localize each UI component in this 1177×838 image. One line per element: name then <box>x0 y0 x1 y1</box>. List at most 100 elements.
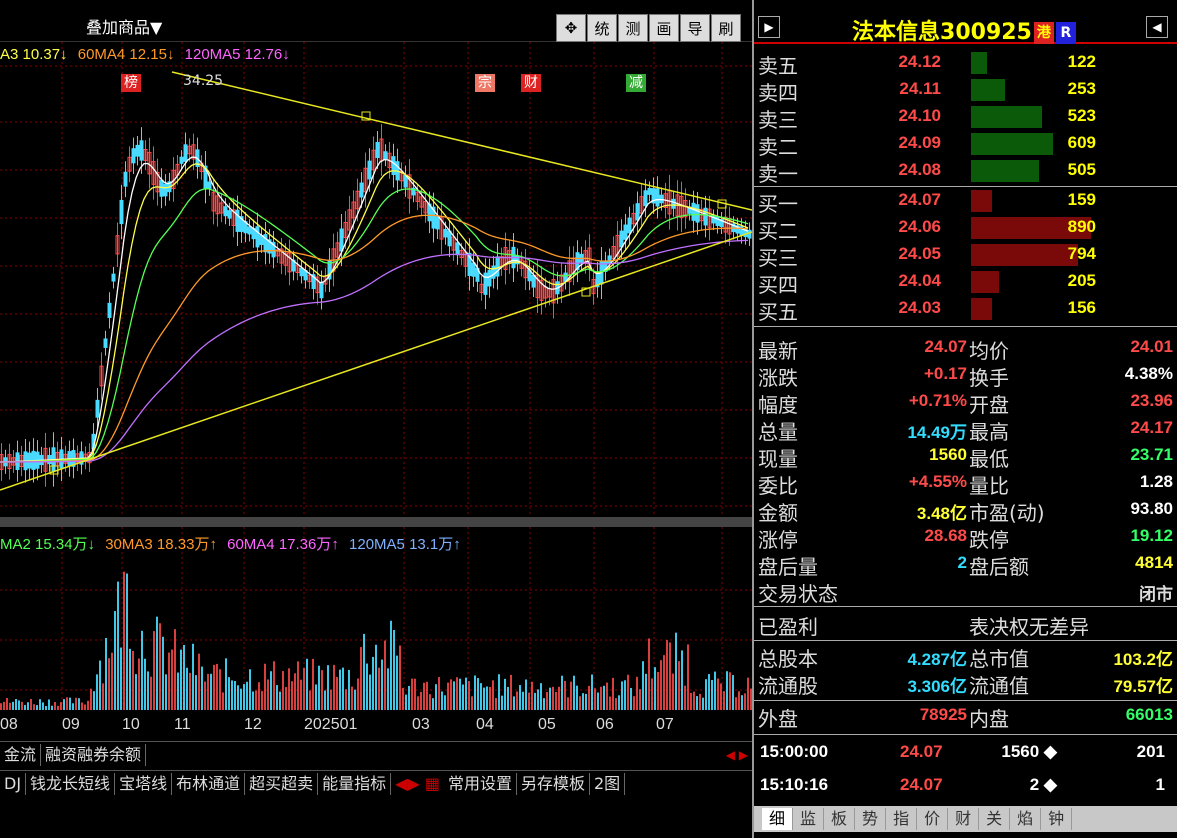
buy-row[interactable]: 买三 24.05 794 <box>754 240 1177 270</box>
stat-label: 市盈(动) <box>969 501 1045 525</box>
volume-bar <box>144 658 146 710</box>
volume-bar <box>210 673 212 710</box>
marker-jian[interactable]: 减 <box>626 74 646 92</box>
volume-bar <box>393 629 395 710</box>
candle-body <box>383 151 388 160</box>
stats-button[interactable]: 统 <box>587 14 617 42</box>
panel-tab[interactable]: 价 <box>917 808 949 830</box>
candle-body <box>623 224 628 240</box>
volume-bar <box>60 702 62 710</box>
candle-body <box>491 265 496 279</box>
volume-bar <box>204 681 206 710</box>
candle-body <box>531 274 536 288</box>
volume-bar <box>492 680 494 710</box>
marker-zong[interactable]: 宗 <box>475 74 495 92</box>
chart-toolbar: 叠加商品▼ ✥ 统 测 画 导 刷 <box>0 0 752 42</box>
candle-body <box>183 144 188 162</box>
stat-value: 14.49万 <box>907 423 967 442</box>
refresh-button[interactable]: 刷 <box>711 14 741 42</box>
tab-qianlong[interactable]: 钱龙长短线 <box>26 772 116 795</box>
tab-dj[interactable]: DJ <box>0 772 27 795</box>
stat-value: 28.68 <box>924 526 967 545</box>
panel-tab[interactable]: 监 <box>793 808 825 830</box>
tab-common-settings[interactable]: 常用设置 <box>444 772 517 795</box>
stat-value: 24.17 <box>1130 418 1173 437</box>
volume-bar <box>198 653 200 710</box>
panel-tab[interactable]: 板 <box>824 808 856 830</box>
candle-body <box>207 181 212 189</box>
sell-row[interactable]: 卖二 24.09 609 <box>754 129 1177 159</box>
volume-bar <box>537 689 539 710</box>
tab-energy[interactable]: 能量指标 <box>318 772 392 795</box>
measure-button[interactable]: 测 <box>618 14 648 42</box>
volume-bar <box>747 677 749 710</box>
stat-label: 内盘 <box>969 707 1009 731</box>
volume-bar <box>384 640 386 710</box>
buy-row[interactable]: 买一 24.07 159 <box>754 186 1177 216</box>
draw-button[interactable]: 画 <box>649 14 679 42</box>
volume-bar <box>201 666 203 710</box>
buy-row[interactable]: 买五 24.03 156 <box>754 294 1177 324</box>
volume-bar <box>717 678 719 710</box>
tab-tower[interactable]: 宝塔线 <box>115 772 173 795</box>
trade-time: 15:10:16 <box>760 775 829 794</box>
stat-label: 委比 <box>758 474 798 498</box>
tab-fund-flow[interactable]: 金流 <box>0 743 42 766</box>
panel-expand-icon[interactable]: ▶ <box>758 16 780 38</box>
volume-bar <box>306 658 308 710</box>
buy-volume: 890 <box>1067 217 1096 236</box>
kline-chart-area[interactable]: 叠加商品▼ ✥ 统 测 画 导 刷 A3 10.37↓ 60MA4 12.15↓… <box>0 0 752 838</box>
tab-margin-balance[interactable]: 融资融券余额 <box>41 743 147 766</box>
volume-bar <box>288 668 290 710</box>
marker-cai[interactable]: 财 <box>521 74 541 92</box>
volume-bar <box>162 636 164 710</box>
sell-row[interactable]: 卖五 24.12 122 <box>754 48 1177 78</box>
volume-bar <box>600 686 602 710</box>
tab-scroll-arrows-icon[interactable]: ◀ ▶ <box>726 748 752 762</box>
move-cross-icon[interactable]: ✥ <box>556 14 586 42</box>
panel-tab[interactable]: 指 <box>886 808 918 830</box>
sell-row[interactable]: 卖一 24.08 505 <box>754 156 1177 186</box>
sell-row[interactable]: 卖四 24.11 253 <box>754 75 1177 105</box>
buy-volume-bar <box>971 190 992 212</box>
panel-tab[interactable]: 势 <box>855 808 887 830</box>
candle-body <box>619 230 624 248</box>
volume-bar <box>510 674 512 710</box>
volume-bar <box>129 648 131 710</box>
volume-bar <box>486 686 488 710</box>
volume-bar <box>612 677 614 710</box>
sell-price: 24.09 <box>898 133 941 152</box>
grid-layout-icon[interactable]: ◀▶ ▦ <box>391 773 444 795</box>
candle-body <box>339 228 344 252</box>
volume-bar <box>45 705 47 710</box>
volume-bar <box>675 632 677 710</box>
panel-tab[interactable]: 关 <box>979 808 1011 830</box>
panel-tab[interactable]: 财 <box>948 808 980 830</box>
kline-chart[interactable] <box>0 0 752 740</box>
buy-row[interactable]: 买二 24.06 890 <box>754 213 1177 243</box>
tab-save-template[interactable]: 另存模板 <box>517 772 590 795</box>
panel-tab[interactable]: 钟 <box>1041 808 1073 830</box>
buy-row[interactable]: 买四 24.04 205 <box>754 267 1177 297</box>
stat-label: 均价 <box>969 339 1009 363</box>
stock-title: 法本信息300925 港 R <box>852 14 1076 46</box>
export-button[interactable]: 导 <box>680 14 710 42</box>
vma2-value: MA2 15.34万↓ <box>0 536 96 553</box>
chart-tool-buttons: ✥ 统 测 画 导 刷 <box>556 14 741 42</box>
overlay-product-menu[interactable]: 叠加商品▼ <box>86 14 162 38</box>
sell-row[interactable]: 卖三 24.10 523 <box>754 102 1177 132</box>
support-trendline <box>0 231 752 491</box>
volume-bar <box>39 699 41 710</box>
volume-bar <box>459 678 461 710</box>
tab-bollinger[interactable]: 布林通道 <box>172 772 246 795</box>
volume-bar <box>555 691 557 710</box>
volume-bar <box>0 703 2 710</box>
panel-collapse-icon[interactable]: ◀ <box>1146 16 1168 38</box>
tab-two-charts[interactable]: 2图 <box>590 772 626 795</box>
volume-bar <box>516 691 518 710</box>
marker-bang[interactable]: 榜 <box>121 74 141 92</box>
panel-tab[interactable]: 细 <box>762 808 794 830</box>
panel-tab[interactable]: 焰 <box>1010 808 1042 830</box>
volume-bar <box>12 701 14 710</box>
tab-overbought[interactable]: 超买超卖 <box>245 772 319 795</box>
